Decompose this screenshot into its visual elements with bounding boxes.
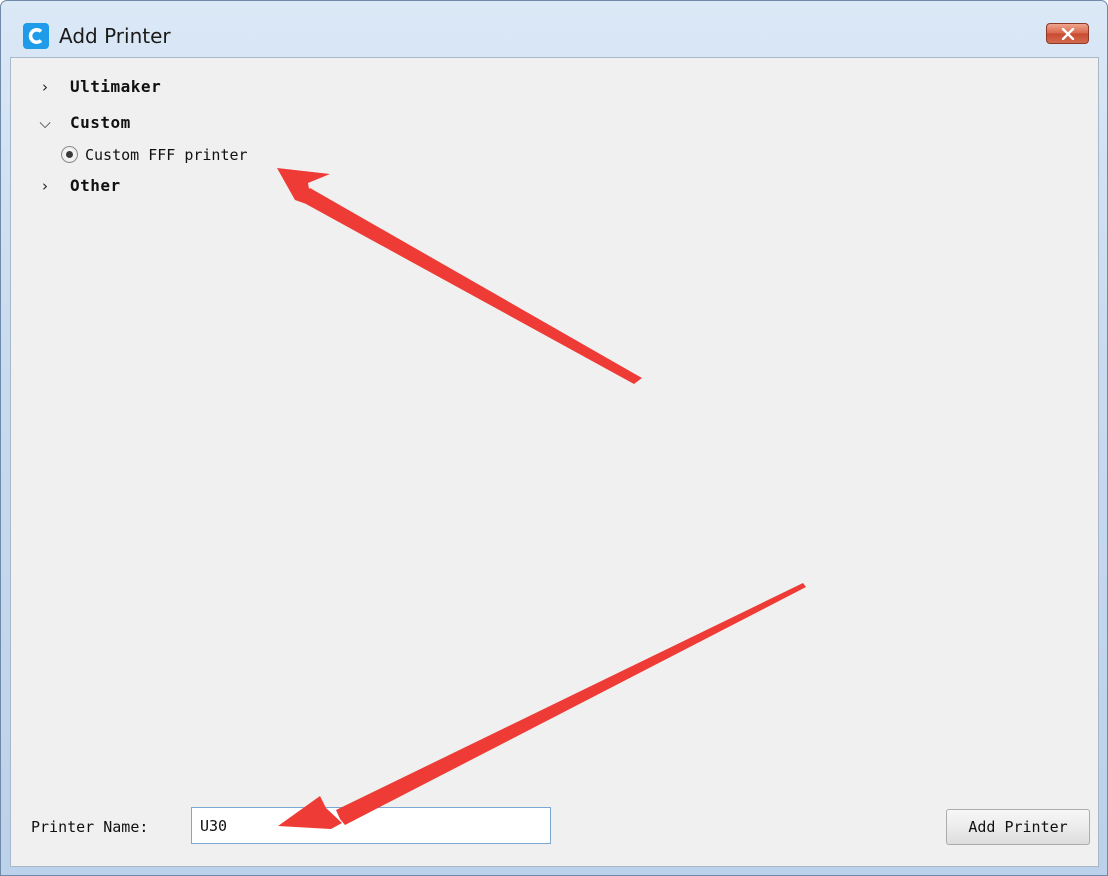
chevron-down-icon[interactable]: ⌵ [38,109,52,137]
add-printer-button[interactable]: Add Printer [946,809,1090,845]
tree-category-label: Ultimaker [70,77,162,96]
printer-name-label: Printer Name: [31,818,149,836]
tree-category-label: Other [70,176,121,195]
custom-fff-printer-label[interactable]: Custom FFF printer [85,143,248,167]
tree-category-label: Custom [70,113,131,132]
window-title: Add Printer [59,24,171,48]
cura-logo-icon [23,23,49,49]
close-button[interactable] [1046,23,1089,44]
printer-name-input[interactable] [191,807,551,844]
dialog-content: › Ultimaker ⌵ Custom Custom FFF printer … [10,57,1099,867]
title-bar: Add Printer [1,1,1107,57]
add-printer-dialog: Add Printer › Ultimaker ⌵ Custom Custom … [0,0,1108,876]
radio-selected-dot [66,151,73,158]
chevron-right-icon[interactable]: › [38,172,52,200]
radio-button[interactable] [61,146,78,163]
close-icon [1061,28,1075,40]
chevron-right-icon[interactable]: › [38,73,52,101]
